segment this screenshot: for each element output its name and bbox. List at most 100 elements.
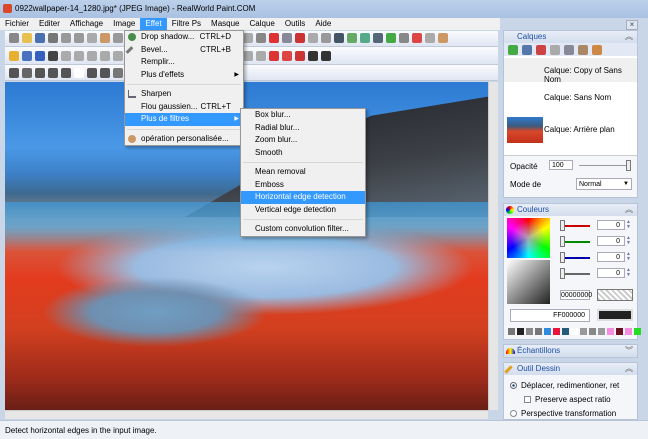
toolbar3-7-icon[interactable] — [100, 68, 110, 78]
toolbar2-7-icon[interactable] — [100, 51, 110, 61]
menu-masque[interactable]: Masque — [206, 18, 244, 30]
toolbar1-5-icon[interactable] — [74, 33, 84, 43]
channel-slider-thumb-0[interactable] — [560, 220, 565, 231]
toolbar2-18-icon[interactable] — [243, 51, 253, 61]
channel-value-1[interactable]: 0 — [597, 236, 625, 246]
menu-filtre-ps[interactable]: Filtre Ps — [167, 18, 206, 30]
secondary-color-dropdown[interactable] — [597, 289, 633, 301]
menu-item-box-blur[interactable]: Box blur... — [241, 109, 365, 122]
layer-row-arriere-plan[interactable]: Calque: Arrière plan — [504, 114, 637, 143]
toolbar1-18-icon[interactable] — [243, 33, 253, 43]
collapse-icon[interactable]: ︽ — [625, 204, 633, 216]
toolbar2-4-icon[interactable] — [61, 51, 71, 61]
toolbar3-5-icon[interactable] — [74, 68, 84, 78]
menu-effet[interactable]: Effet — [140, 18, 167, 30]
toolbar2-3-icon[interactable] — [48, 51, 58, 61]
channel-spinner-1[interactable]: ▲ ▼ — [626, 236, 633, 246]
toolbar1-27-icon[interactable] — [360, 33, 370, 43]
toolbar1-7-icon[interactable] — [100, 33, 110, 43]
menu-outils[interactable]: Outils — [280, 18, 310, 30]
primary-color-hex[interactable]: FF000000 — [510, 309, 590, 322]
layer-tool-2-icon[interactable] — [536, 45, 546, 55]
menu-fichier[interactable]: Fichier — [0, 18, 34, 30]
toolbar3-3-icon[interactable] — [48, 68, 58, 78]
menu-item-drop-shadow[interactable]: Drop shadow... CTRL+D — [125, 31, 243, 44]
menu-item-emboss[interactable]: Emboss — [241, 179, 365, 192]
menu-item-operation-personalisee[interactable]: opération personalisée... — [125, 133, 243, 146]
menu-item-mean-removal[interactable]: Mean removal — [241, 166, 365, 179]
palette-swatch[interactable] — [580, 328, 587, 335]
toolbar1-23-icon[interactable] — [308, 33, 318, 43]
toolbar1-33-icon[interactable] — [438, 33, 448, 43]
toolbar1-19-icon[interactable] — [256, 33, 266, 43]
toolbar2-8-icon[interactable] — [113, 51, 123, 61]
toolbar3-0-icon[interactable] — [9, 68, 19, 78]
toolbar1-2-icon[interactable] — [35, 33, 45, 43]
toolbar2-20-icon[interactable] — [269, 51, 279, 61]
toolbar3-4-icon[interactable] — [61, 68, 71, 78]
opacity-slider-thumb[interactable] — [626, 160, 631, 171]
layer-tool-1-icon[interactable] — [522, 45, 532, 55]
blend-mode-select[interactable]: Normal ▼ — [576, 178, 632, 190]
palette-swatch[interactable] — [562, 328, 569, 335]
channel-slider-thumb-3[interactable] — [560, 268, 565, 279]
radio-move-resize[interactable] — [510, 382, 517, 389]
toolbar1-6-icon[interactable] — [87, 33, 97, 43]
menu-item-plus-filtres[interactable]: Plus de filtres ▶ — [125, 113, 243, 126]
collapse-icon[interactable]: ︽ — [625, 363, 633, 375]
toolbar3-8-icon[interactable] — [113, 68, 123, 78]
toolbar2-19-icon[interactable] — [256, 51, 266, 61]
menu-item-plus-effets[interactable]: Plus d'effets ▶ — [125, 69, 243, 82]
color-wheel[interactable] — [507, 218, 550, 258]
menu-aide[interactable]: Aide — [310, 18, 336, 30]
horizontal-scrollbar[interactable] — [5, 410, 488, 419]
toolbar3-2-icon[interactable] — [35, 68, 45, 78]
samples-panel[interactable]: Échantillons ︾ — [503, 344, 638, 358]
toolbar2-23-icon[interactable] — [308, 51, 318, 61]
toolbar2-6-icon[interactable] — [87, 51, 97, 61]
channel-spinner-0[interactable]: ▲ ▼ — [626, 220, 633, 230]
palette-swatch[interactable] — [526, 328, 533, 335]
channel-slider-thumb-1[interactable] — [560, 236, 565, 247]
menu-calque[interactable]: Calque — [245, 18, 280, 30]
palette-swatch[interactable] — [535, 328, 542, 335]
toolbar1-26-icon[interactable] — [347, 33, 357, 43]
toolbar1-4-icon[interactable] — [61, 33, 71, 43]
menu-item-flou-gaussien[interactable]: Flou gaussien... CTRL+T — [125, 101, 243, 114]
toolbar1-28-icon[interactable] — [373, 33, 383, 43]
menu-item-zoom-blur[interactable]: Zoom blur... — [241, 134, 365, 147]
layer-tool-0-icon[interactable] — [508, 45, 518, 55]
layer-tool-3-icon[interactable] — [550, 45, 560, 55]
toolbar1-1-icon[interactable] — [22, 33, 32, 43]
layer-row-sans-nom[interactable]: Calque: Sans Nom — [504, 84, 637, 108]
layer-tool-4-icon[interactable] — [564, 45, 574, 55]
menu-item-radial-blur[interactable]: Radial blur... — [241, 122, 365, 135]
toolbar2-21-icon[interactable] — [282, 51, 292, 61]
menu-item-vertical-edge-detection[interactable]: Vertical edge detection — [241, 204, 365, 217]
toolbar1-22-icon[interactable] — [295, 33, 305, 43]
toolbar3-1-icon[interactable] — [22, 68, 32, 78]
opacity-slider[interactable] — [579, 165, 629, 166]
menu-affichage[interactable]: Affichage — [65, 18, 108, 30]
channel-value-3[interactable]: 0 — [597, 268, 625, 278]
toolbar1-21-icon[interactable] — [282, 33, 292, 43]
toolbar1-3-icon[interactable] — [48, 33, 58, 43]
channel-value-0[interactable]: 0 — [597, 220, 625, 230]
toolbar1-32-icon[interactable] — [425, 33, 435, 43]
menu-item-remplir[interactable]: Remplir... — [125, 56, 243, 69]
channel-spinner-2[interactable]: ▲ ▼ — [626, 252, 633, 262]
palette-swatch[interactable] — [634, 328, 641, 335]
expand-icon[interactable]: ︾ — [625, 345, 633, 357]
palette-swatch[interactable] — [544, 328, 551, 335]
palette-swatch[interactable] — [625, 328, 632, 335]
layer-row-copy[interactable]: Calque: Copy of Sans Nom — [504, 58, 637, 84]
channel-value-2[interactable]: 0 — [597, 252, 625, 262]
toolbar2-0-icon[interactable] — [9, 51, 19, 61]
toolbar1-24-icon[interactable] — [321, 33, 331, 43]
menu-item-smooth[interactable]: Smooth — [241, 147, 365, 160]
palette-swatch[interactable] — [508, 328, 515, 335]
alpha-picker[interactable] — [507, 260, 550, 304]
palette-swatch[interactable] — [517, 328, 524, 335]
menu-item-bevel[interactable]: Bevel... CTRL+B — [125, 44, 243, 57]
toolbar2-2-icon[interactable] — [35, 51, 45, 61]
